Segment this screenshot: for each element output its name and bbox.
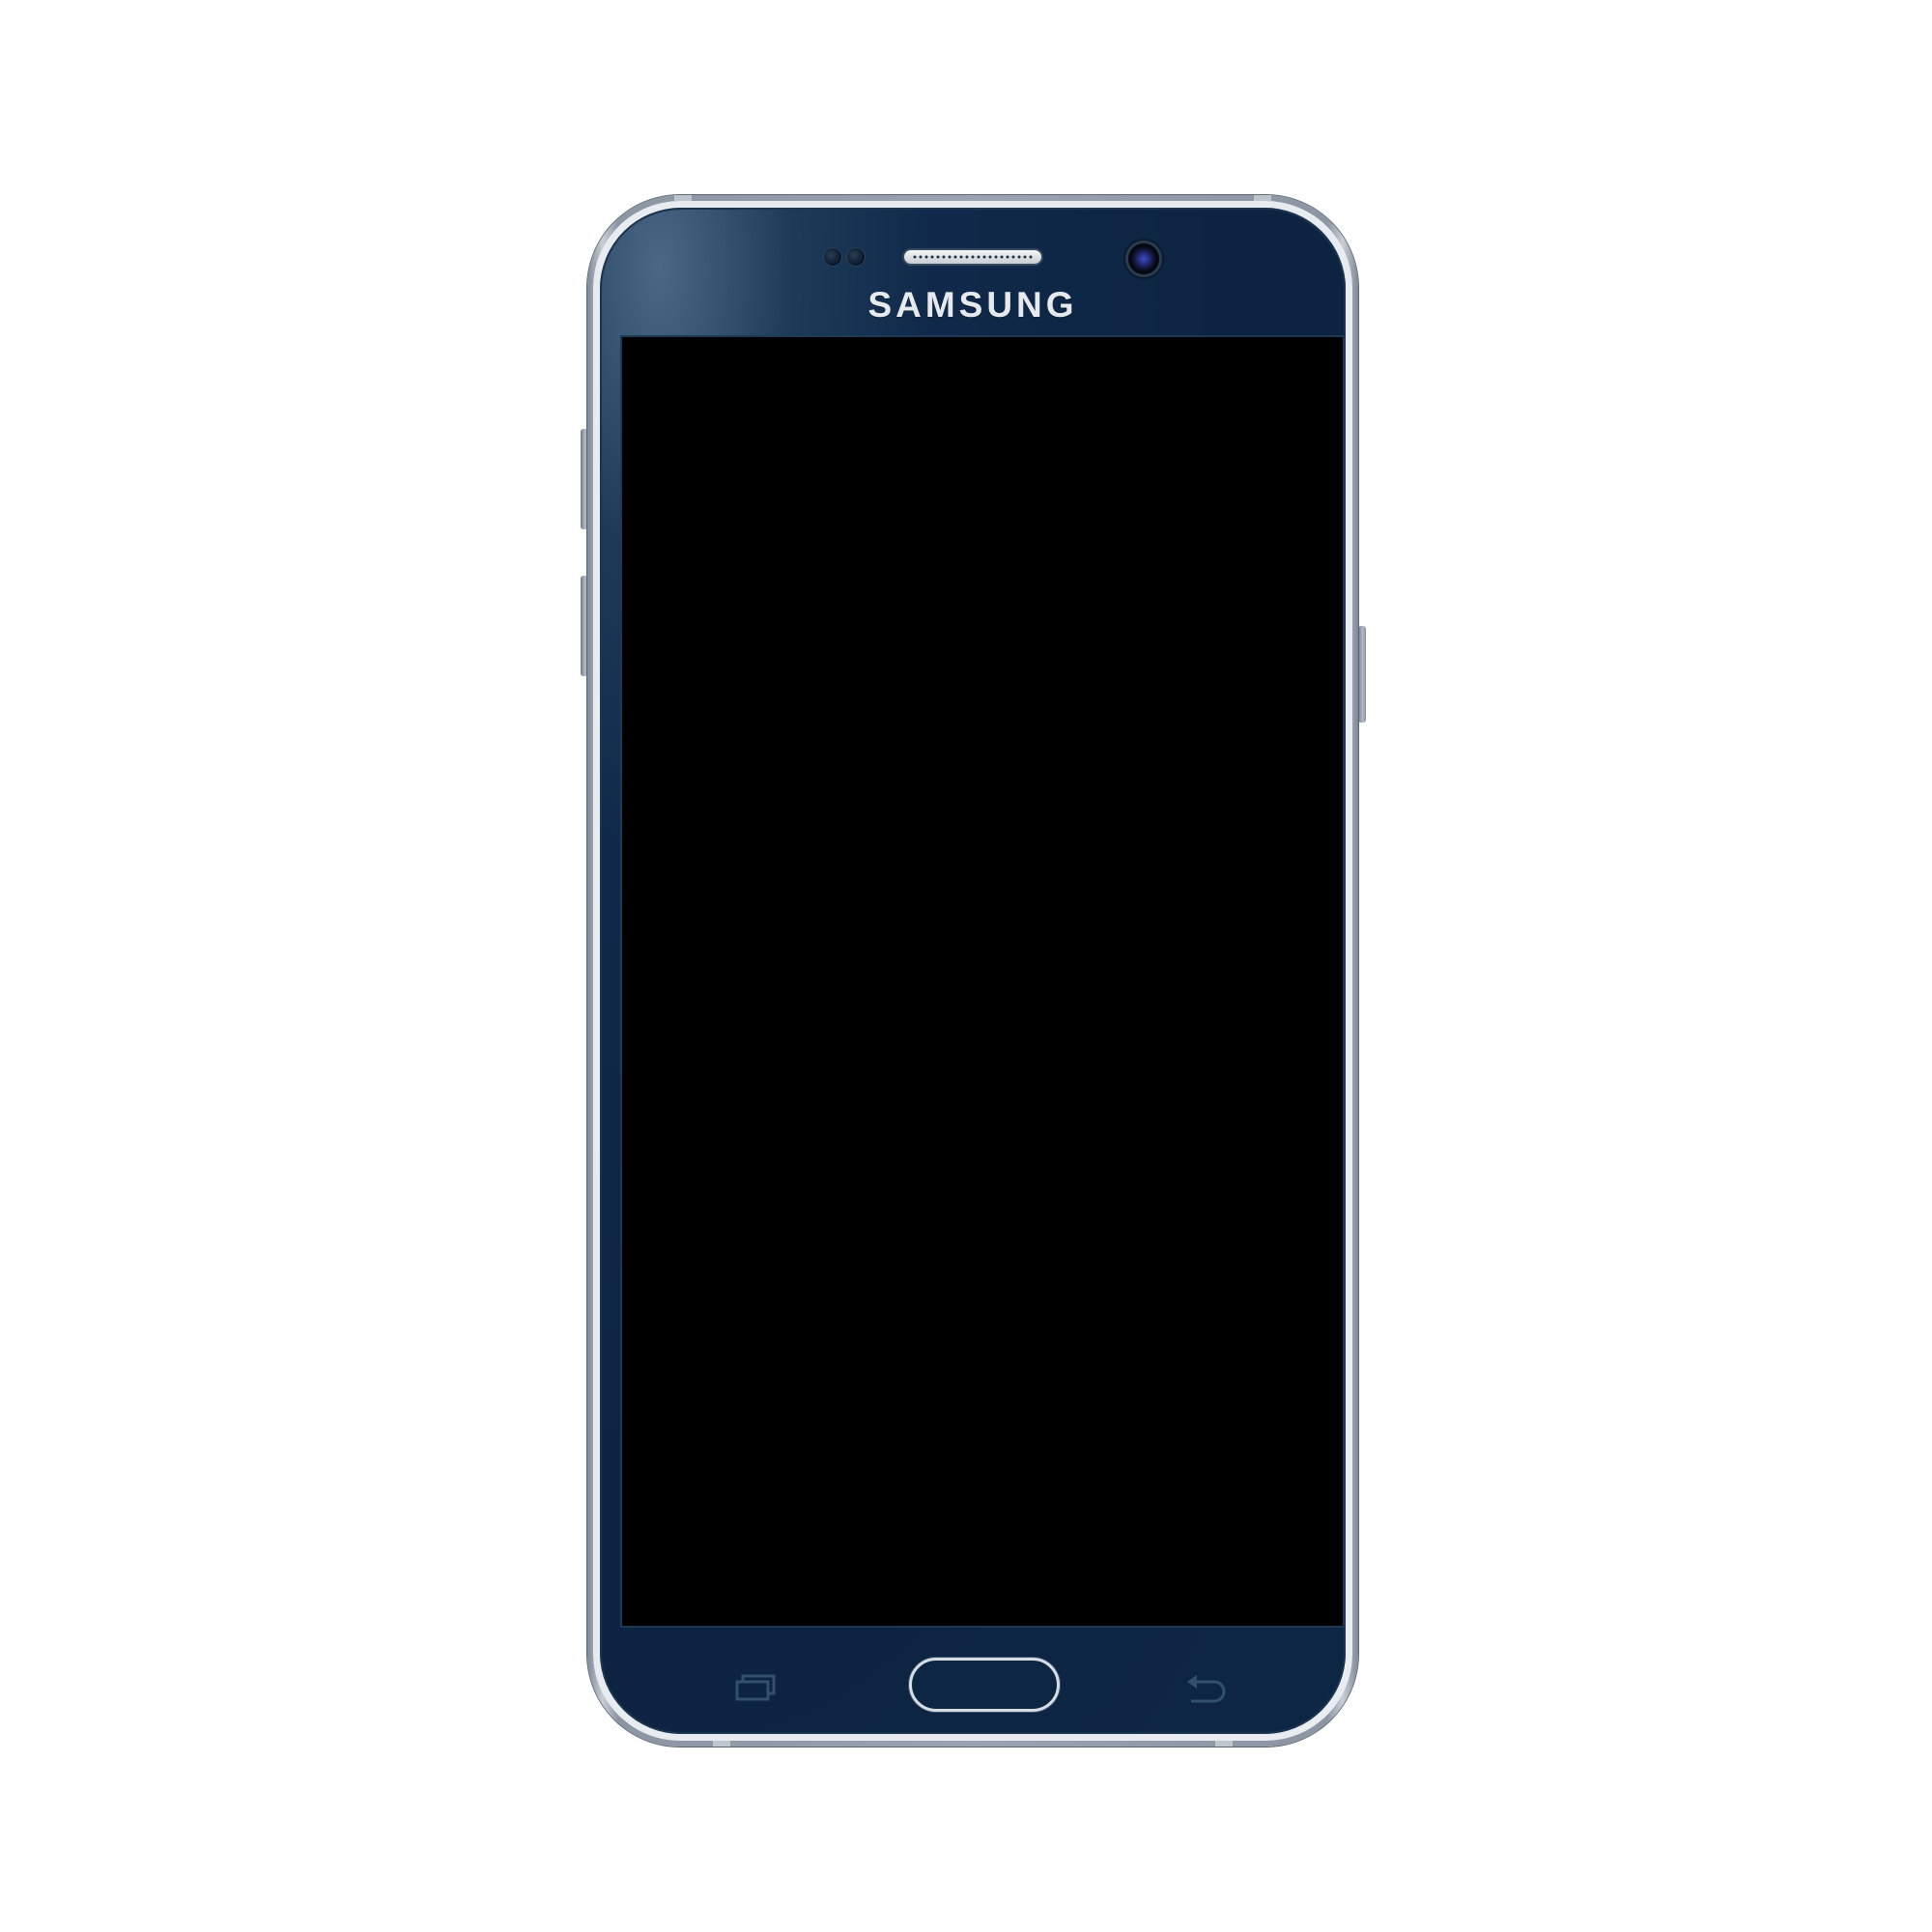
back-arrow-icon xyxy=(1187,1675,1226,1703)
phone-device: SAMSUNG xyxy=(587,195,1358,1747)
back-button[interactable] xyxy=(1183,1672,1230,1710)
stage: SAMSUNG xyxy=(0,0,1932,1932)
proximity-sensor-icon xyxy=(824,248,841,266)
home-button[interactable] xyxy=(909,1658,1060,1712)
recent-apps-icon xyxy=(735,1674,776,1701)
speaker-grille xyxy=(912,255,1034,259)
front-camera-icon xyxy=(1128,243,1159,274)
power-button[interactable] xyxy=(1358,626,1366,723)
earpiece-speaker xyxy=(904,250,1041,264)
front-glass: SAMSUNG xyxy=(600,208,1346,1734)
antenna-line-bottom-left xyxy=(713,1741,730,1747)
antenna-line-bottom-right xyxy=(1215,1741,1233,1747)
brand-logo: SAMSUNG xyxy=(867,285,1078,325)
light-sensor-icon xyxy=(847,248,865,266)
recent-apps-button[interactable] xyxy=(733,1672,780,1708)
screen[interactable] xyxy=(622,337,1343,1626)
